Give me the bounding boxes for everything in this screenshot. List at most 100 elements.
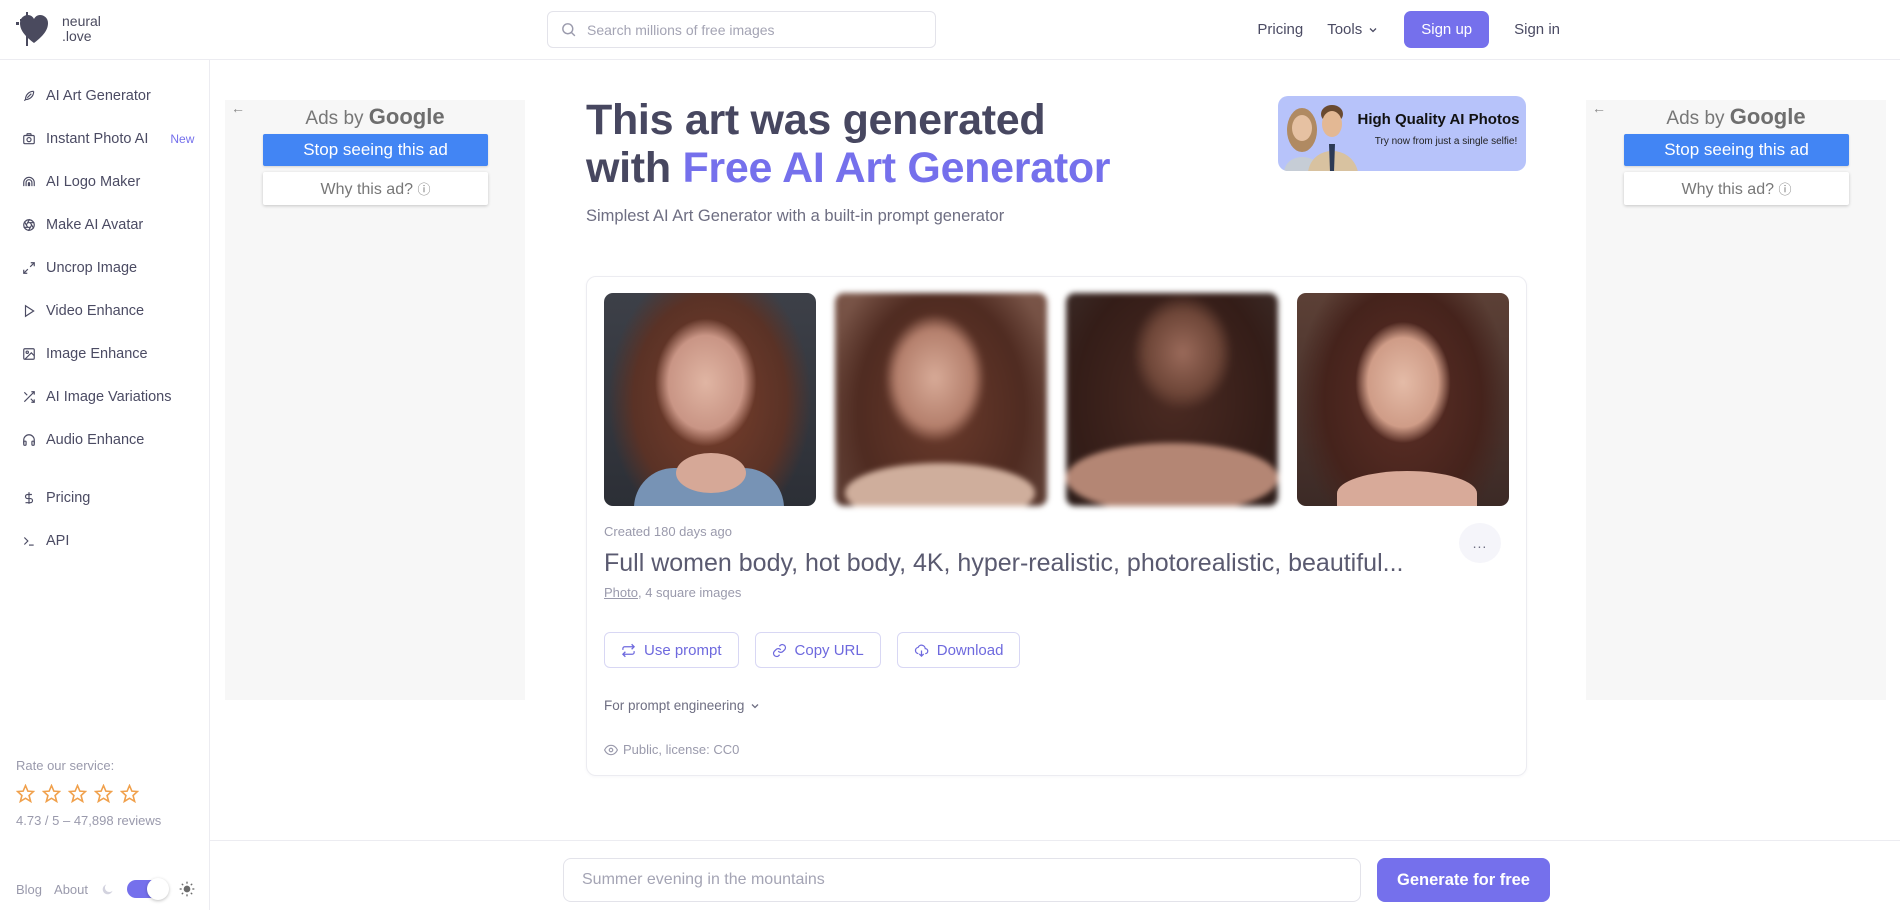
star-icon[interactable]: [68, 784, 87, 803]
sidebar-item-instant-photo-ai[interactable]: Instant Photo AI New: [22, 131, 194, 147]
search-icon: [562, 23, 576, 37]
feather-icon: [23, 90, 35, 102]
star-icon[interactable]: [16, 784, 35, 803]
search-input[interactable]: [587, 21, 917, 38]
generate-button[interactable]: Generate for free: [1377, 858, 1550, 902]
stop-seeing-ad-button[interactable]: Stop seeing this ad: [1624, 134, 1849, 166]
why-this-ad-label: Why this ad?: [320, 180, 413, 198]
sidebar-item-label: Audio Enhance: [46, 432, 145, 448]
cloud-download-icon: [914, 644, 929, 657]
generated-image[interactable]: [1297, 293, 1509, 506]
promo-subtitle: Try now from just a single selfie!: [1374, 136, 1518, 147]
sidebar-item-ai-image-variations[interactable]: AI Image Variations: [22, 389, 171, 405]
why-this-ad-button[interactable]: Why this ad? ⓘ: [1624, 172, 1849, 205]
expand-icon: [23, 262, 35, 274]
star-icon[interactable]: [94, 784, 113, 803]
chevron-down-icon: [1369, 27, 1377, 32]
rating-summary: 4.73 / 5 – 47,898 reviews: [16, 813, 162, 828]
signup-button[interactable]: Sign up: [1404, 11, 1490, 48]
style-link[interactable]: Photo: [604, 585, 638, 600]
info-icon: ⓘ: [1778, 181, 1792, 197]
google-label: Google: [368, 104, 445, 129]
dollar-icon: [24, 492, 34, 504]
why-this-ad-label: Why this ad?: [1681, 180, 1774, 198]
camera-icon: [23, 133, 35, 145]
sidebar-item-ai-art-generator[interactable]: AI Art Generator: [22, 88, 151, 104]
sidebar-item-label: Make AI Avatar: [46, 217, 144, 233]
sidebar-item-label: AI Logo Maker: [46, 174, 141, 190]
aperture-icon: [23, 218, 35, 232]
terminal-icon: [23, 537, 34, 546]
chevron-down-icon: [751, 703, 759, 708]
generated-image[interactable]: [835, 293, 1047, 506]
title-with: with: [586, 144, 671, 192]
sidebar-item-audio-enhance[interactable]: Audio Enhance: [22, 432, 144, 448]
star-icon[interactable]: [120, 784, 139, 803]
promo-banner[interactable]: High Quality AI Photos Try now from just…: [1278, 96, 1526, 171]
license-text: Public, license: CC0: [623, 742, 740, 757]
rainbow-icon: [23, 176, 35, 187]
image-meta: Photo, 4 square images: [604, 585, 741, 600]
sidebar-item-pricing[interactable]: Pricing: [22, 490, 90, 506]
logo[interactable]: neural .love: [14, 12, 101, 46]
generated-image[interactable]: [1066, 293, 1278, 506]
sidebar-item-label: Image Enhance: [46, 346, 148, 362]
meta-detail: , 4 square images: [637, 585, 742, 600]
star-icon[interactable]: [42, 784, 61, 803]
google-label: Google: [1729, 104, 1806, 129]
sidebar-item-uncrop-image[interactable]: Uncrop Image: [22, 260, 137, 276]
sidebar-item-video-enhance[interactable]: Video Enhance: [22, 303, 144, 319]
rating-stars: [16, 784, 139, 803]
blog-link[interactable]: Blog: [16, 882, 42, 897]
title-line-1: This art was generated: [586, 96, 1046, 144]
sidebar-item-label: AI Image Variations: [46, 389, 172, 405]
license-info: Public, license: CC0: [604, 742, 739, 757]
sidebar-item-label: AI Art Generator: [46, 88, 151, 104]
theme-toggle[interactable]: [127, 878, 170, 900]
prompt-engineering-toggle[interactable]: For prompt engineering: [604, 698, 760, 713]
sidebar-item-image-enhance[interactable]: Image Enhance: [22, 346, 148, 362]
sun-icon: [179, 881, 195, 897]
download-button[interactable]: Download: [896, 632, 1021, 668]
shuffle-icon: [23, 391, 35, 403]
sidebar-item-label: API: [46, 533, 70, 549]
sidebar-item-ai-logo-maker[interactable]: AI Logo Maker: [22, 174, 140, 190]
nav-tools-dropdown[interactable]: Tools: [1327, 21, 1378, 38]
why-this-ad-button[interactable]: Why this ad? ⓘ: [263, 172, 488, 205]
use-prompt-button[interactable]: Use prompt: [604, 632, 739, 668]
about-link[interactable]: About: [54, 882, 88, 897]
heart-logo-icon: [16, 12, 48, 46]
generation-card: Created 180 days ago ... Full women body…: [586, 276, 1527, 776]
promo-title: High Quality AI Photos: [1357, 111, 1520, 128]
headphones-icon: [23, 434, 35, 446]
generated-image[interactable]: [604, 293, 816, 506]
play-icon: [24, 304, 35, 318]
logo-text-line1: neural: [62, 13, 101, 29]
title-accent-link[interactable]: Free AI Art Generator: [682, 144, 1110, 192]
image-grid: [604, 293, 1509, 506]
sidebar: AI Art Generator Instant Photo AI New AI…: [0, 60, 210, 910]
sidebar-item-api[interactable]: API: [22, 533, 69, 549]
ads-by-google: Ads by Google: [225, 104, 525, 130]
eye-icon: [604, 744, 618, 755]
nav-pricing-link[interactable]: Pricing: [1257, 21, 1303, 38]
signin-link[interactable]: Sign in: [1514, 21, 1560, 38]
ad-panel-left: ← Ads by Google Stop seeing this ad Why …: [225, 100, 525, 700]
top-bar: neural .love Pricing Tools Sign up Sign …: [0, 0, 1900, 60]
copy-url-button[interactable]: Copy URL: [754, 632, 881, 668]
nav-tools-label: Tools: [1327, 21, 1363, 38]
sidebar-item-make-ai-avatar[interactable]: Make AI Avatar: [22, 217, 143, 233]
moon-icon: [102, 884, 113, 894]
prompt-text: Full women body, hot body, 4K, hyper-rea…: [604, 549, 1404, 577]
prompt-input[interactable]: [563, 858, 1361, 902]
ads-by-google: Ads by Google: [1586, 104, 1886, 130]
search-box[interactable]: [547, 11, 936, 48]
sidebar-item-label: Pricing: [46, 490, 91, 506]
new-badge: New: [170, 132, 195, 146]
sidebar-item-label: Instant Photo AI: [46, 131, 149, 147]
page-subtitle: Simplest AI Art Generator with a built-i…: [586, 207, 1005, 225]
logo-text-line2: .love: [62, 28, 92, 44]
download-label: Download: [936, 641, 1004, 659]
stop-seeing-ad-button[interactable]: Stop seeing this ad: [263, 134, 488, 166]
main-nav: Pricing Tools Sign up Sign in: [1257, 11, 1560, 48]
